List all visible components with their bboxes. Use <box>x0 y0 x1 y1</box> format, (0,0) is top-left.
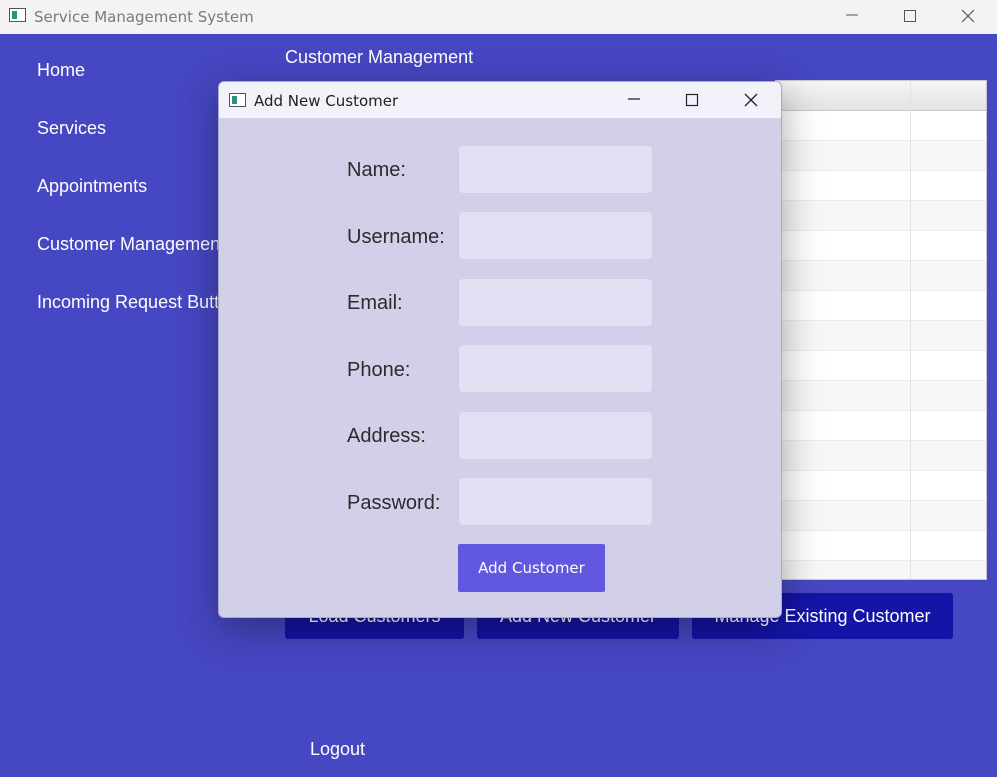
minimize-icon <box>628 98 640 100</box>
table-header[interactable] <box>776 81 986 111</box>
logout-button[interactable]: Logout <box>310 739 365 760</box>
phone-label: Phone: <box>347 359 411 381</box>
table-row[interactable] <box>776 441 986 471</box>
customer-table[interactable] <box>775 80 987 580</box>
table-row[interactable] <box>776 471 986 501</box>
window-title: Service Management System <box>34 8 254 26</box>
sidebar-item-appointments[interactable]: Appointments <box>37 176 147 197</box>
app-icon <box>229 93 246 107</box>
table-row[interactable] <box>776 201 986 231</box>
add-customer-dialog: Add New Customer Name: Username: Email: … <box>218 81 782 618</box>
table-row[interactable] <box>776 141 986 171</box>
password-field[interactable] <box>458 477 653 526</box>
address-field[interactable] <box>458 411 653 460</box>
username-field[interactable] <box>458 211 653 260</box>
table-row[interactable] <box>776 171 986 201</box>
maximize-icon <box>685 93 699 107</box>
table-row[interactable] <box>776 531 986 561</box>
name-label: Name: <box>347 159 406 181</box>
email-label: Email: <box>347 292 403 314</box>
close-button[interactable] <box>939 0 997 34</box>
table-row[interactable] <box>776 261 986 291</box>
password-label: Password: <box>347 492 441 514</box>
address-label: Address: <box>347 425 426 447</box>
dialog-titlebar: Add New Customer <box>219 82 781 118</box>
table-row[interactable] <box>776 501 986 531</box>
phone-field[interactable] <box>458 344 653 393</box>
username-label: Username: <box>347 226 445 248</box>
table-row[interactable] <box>776 381 986 411</box>
dialog-close-button[interactable] <box>722 82 780 118</box>
dialog-minimize-button[interactable] <box>605 82 663 118</box>
maximize-icon <box>904 10 916 22</box>
email-field[interactable] <box>458 278 653 327</box>
close-icon <box>961 10 975 23</box>
sidebar-item-customer-management[interactable]: Customer Management <box>37 234 225 255</box>
close-icon <box>744 93 758 107</box>
column-divider <box>910 81 911 579</box>
minimize-icon <box>846 14 858 16</box>
add-customer-button[interactable]: Add Customer <box>458 544 605 592</box>
page-title: Customer Management <box>285 47 474 67</box>
sidebar-item-services[interactable]: Services <box>37 118 106 139</box>
table-row[interactable] <box>776 231 986 261</box>
dialog-maximize-button[interactable] <box>663 82 721 118</box>
sidebar-item-home[interactable]: Home <box>37 60 85 81</box>
name-field[interactable] <box>458 145 653 194</box>
minimize-button[interactable] <box>823 0 881 34</box>
table-row[interactable] <box>776 411 986 441</box>
table-row[interactable] <box>776 111 986 141</box>
app-icon <box>9 8 26 22</box>
dialog-title: Add New Customer <box>254 92 399 110</box>
sidebar-item-incoming-request[interactable]: Incoming Request Button <box>37 292 239 313</box>
table-row[interactable] <box>776 321 986 351</box>
window-titlebar: Service Management System <box>0 0 997 34</box>
table-row[interactable] <box>776 291 986 321</box>
maximize-button[interactable] <box>881 0 939 34</box>
table-row[interactable] <box>776 561 986 579</box>
table-row[interactable] <box>776 351 986 381</box>
